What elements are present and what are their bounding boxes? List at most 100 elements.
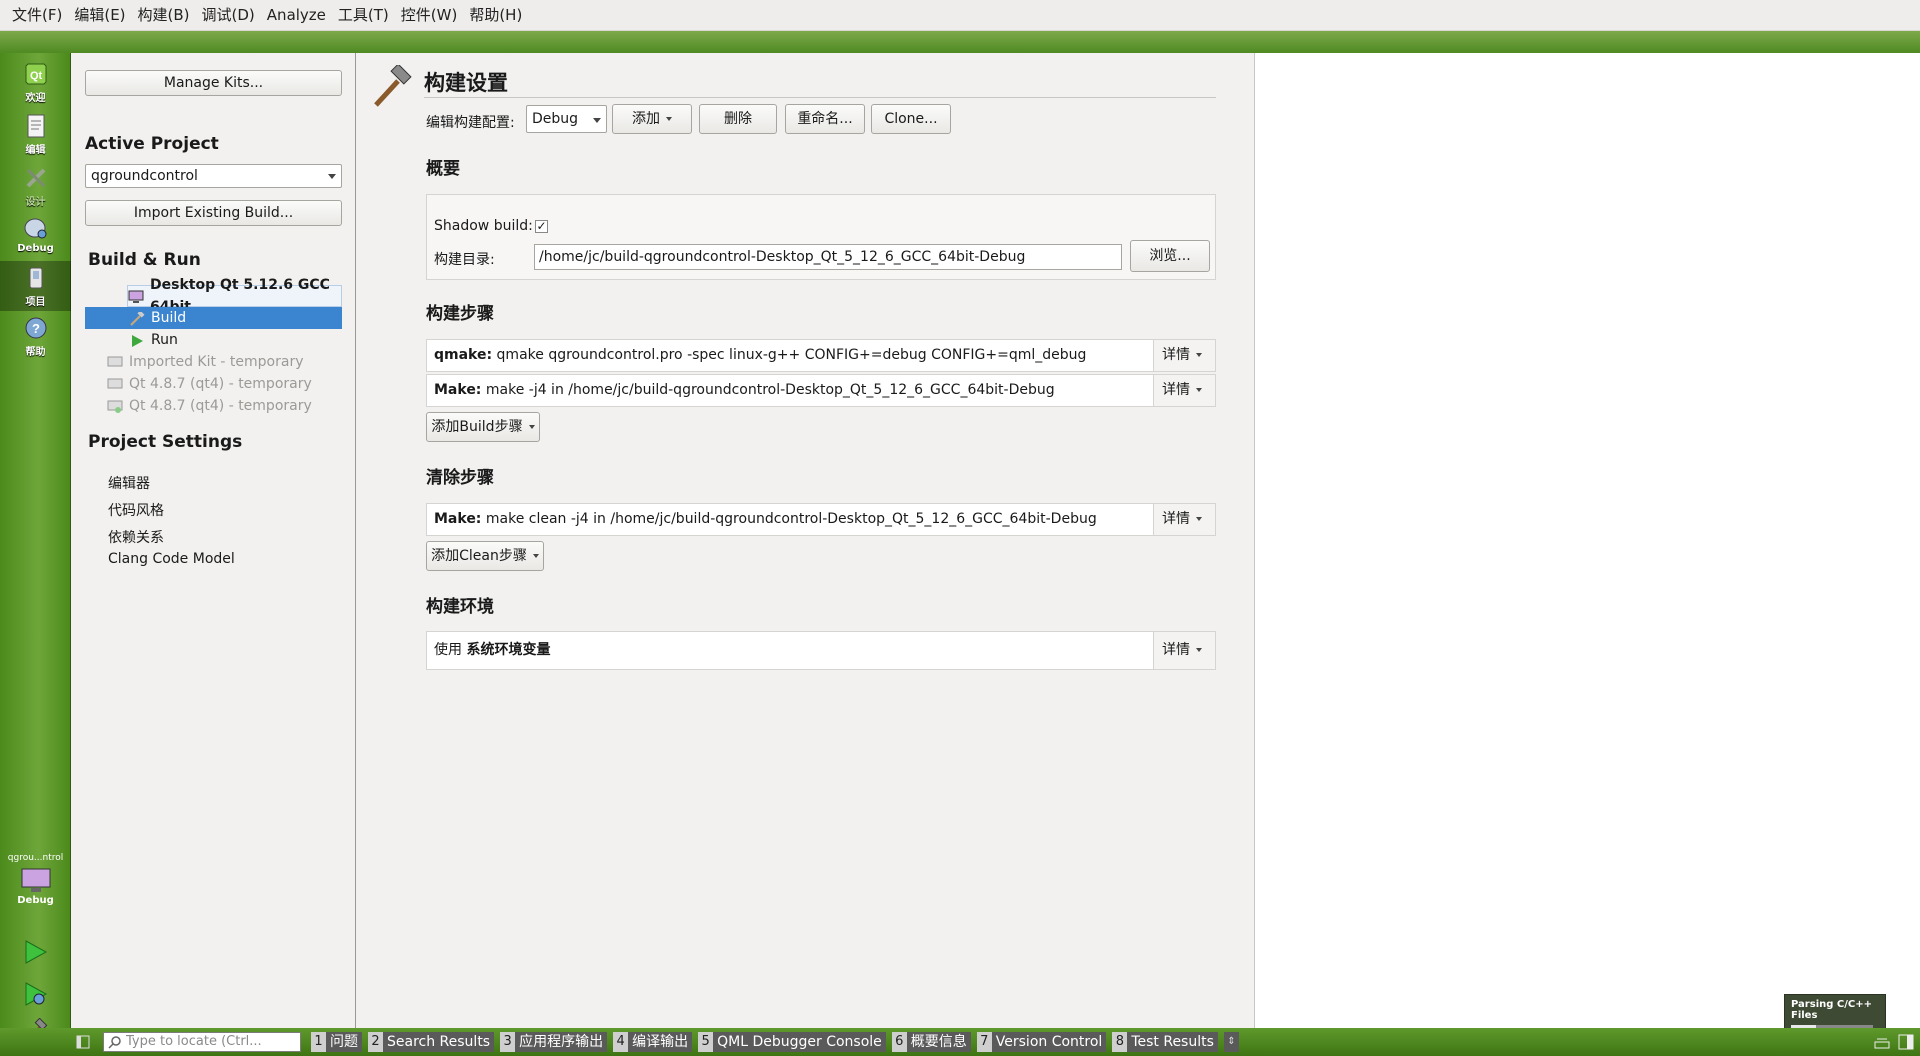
menu-help[interactable]: 帮助(H) bbox=[463, 0, 528, 31]
menu-analyze[interactable]: Analyze bbox=[261, 0, 332, 31]
details-label: 详情 bbox=[1162, 382, 1190, 398]
build-settings-page: 构建设置 编辑构建配置: Debug 添加 删除 重命名... Clone...… bbox=[356, 53, 1255, 1028]
tree-item-imported-kit[interactable]: Imported Kit - temporary bbox=[107, 351, 363, 373]
build-step-make: Make: make -j4 in /home/jc/build-qground… bbox=[426, 374, 1216, 407]
pane-search-results[interactable]: 2 Search Results bbox=[368, 1031, 495, 1053]
settings-clang-code-model[interactable]: Clang Code Model bbox=[108, 551, 235, 567]
project-settings-title: Project Settings bbox=[88, 432, 243, 452]
output-pane-toggle[interactable] bbox=[1898, 1034, 1914, 1054]
pane-issues[interactable]: 1 问题 bbox=[311, 1031, 362, 1053]
menu-bar: 文件(F) 编辑(E) 构建(B) 调试(D) Analyze 工具(T) 控件… bbox=[0, 0, 1920, 31]
add-build-step-label: 添加Build步骤 bbox=[431, 419, 523, 435]
kit-label: Imported Kit - temporary bbox=[129, 354, 304, 370]
pane-label: 应用程序输出 bbox=[515, 1032, 608, 1052]
mode-welcome[interactable]: Qt 欢迎 bbox=[0, 57, 71, 107]
pane-number: 8 bbox=[1112, 1032, 1128, 1052]
step-tool: Make: bbox=[434, 511, 482, 527]
details-label: 详情 bbox=[1162, 347, 1190, 363]
build-config-combo[interactable]: Debug bbox=[526, 105, 607, 133]
mode-projects[interactable]: 项目 bbox=[0, 261, 71, 311]
pane-version-control[interactable]: 7 Version Control bbox=[976, 1031, 1107, 1053]
run-label: Run bbox=[151, 332, 178, 348]
step-command: make -j4 in /home/jc/build-qgroundcontro… bbox=[481, 382, 1055, 398]
manage-kits-button[interactable]: Manage Kits... bbox=[85, 70, 342, 96]
svg-text:?: ? bbox=[32, 321, 40, 336]
pane-label: 问题 bbox=[326, 1032, 362, 1052]
pane-number: 5 bbox=[698, 1032, 714, 1052]
run-button[interactable] bbox=[22, 939, 48, 969]
pane-compile-output[interactable]: 4 编译输出 bbox=[613, 1031, 693, 1053]
menu-build[interactable]: 构建(B) bbox=[132, 0, 196, 31]
progress-toggle-button[interactable] bbox=[1874, 1034, 1890, 1054]
general-section-title: 概要 bbox=[426, 159, 460, 179]
tree-item-run[interactable]: Run bbox=[129, 329, 385, 351]
run-play-icon bbox=[25, 940, 48, 964]
menu-debug[interactable]: 调试(D) bbox=[196, 0, 261, 31]
search-icon bbox=[108, 1036, 121, 1049]
debug-run-button[interactable] bbox=[22, 981, 48, 1011]
pane-number: 4 bbox=[613, 1032, 629, 1052]
clean-steps-title: 清除步骤 bbox=[426, 468, 494, 488]
pane-number: 3 bbox=[500, 1032, 516, 1052]
chevron-down-icon bbox=[593, 118, 601, 123]
pane-more-button[interactable]: ⇕ bbox=[1223, 1032, 1239, 1052]
menu-edit[interactable]: 编辑(E) bbox=[68, 0, 131, 31]
mode-help[interactable]: ? 帮助 bbox=[0, 311, 71, 361]
kit-desktop-qt[interactable]: Desktop Qt 5.12.6 GCC 64bit bbox=[127, 277, 342, 315]
build-dir-input[interactable]: /home/jc/build-qgroundcontrol-Desktop_Qt… bbox=[534, 244, 1122, 270]
mode-design[interactable]: 设计 bbox=[0, 161, 71, 211]
add-clean-step-button[interactable]: 添加Clean步骤 bbox=[426, 541, 544, 571]
pane-test-results[interactable]: 8 Test Results bbox=[1112, 1031, 1218, 1053]
tree-item-qt487-b[interactable]: Qt 4.8.7 (qt4) - temporary bbox=[107, 395, 363, 417]
project-navigation-panel: Manage Kits... Active Project qgroundcon… bbox=[71, 53, 356, 1028]
sidebar-toggle-icon bbox=[76, 1035, 90, 1049]
monitor-icon bbox=[128, 289, 144, 303]
target-selector[interactable]: Debug bbox=[0, 867, 71, 913]
clone-config-button[interactable]: Clone... bbox=[871, 104, 951, 134]
chevron-down-icon bbox=[1196, 648, 1202, 652]
kit-label: Qt 4.8.7 (qt4) - temporary bbox=[129, 376, 312, 392]
pane-general-messages[interactable]: 6 概要信息 bbox=[891, 1031, 971, 1053]
build-step-qmake: qmake: qmake qgroundcontrol.pro -spec li… bbox=[426, 339, 1216, 372]
details-button[interactable]: 详情 bbox=[1153, 375, 1215, 406]
details-label: 详情 bbox=[1162, 642, 1190, 658]
details-button[interactable]: 详情 bbox=[1153, 504, 1215, 535]
menu-file[interactable]: 文件(F) bbox=[6, 0, 68, 31]
menu-widgets[interactable]: 控件(W) bbox=[395, 0, 464, 31]
active-project-value: qgroundcontrol bbox=[91, 168, 198, 184]
menu-tools[interactable]: 工具(T) bbox=[332, 0, 395, 31]
add-config-button[interactable]: 添加 bbox=[612, 104, 692, 134]
env-value: 系统环境变量 bbox=[466, 642, 551, 658]
mode-bar: Qt 欢迎 编辑 设计 Debug 项目 ? 帮助 qgrou...ntrol bbox=[0, 53, 71, 1042]
active-project-combo[interactable]: qgroundcontrol bbox=[85, 164, 342, 188]
details-button[interactable]: 详情 bbox=[1153, 340, 1215, 371]
add-config-label: 添加 bbox=[632, 111, 660, 127]
pane-app-output[interactable]: 3 应用程序输出 bbox=[500, 1031, 608, 1053]
tree-item-build[interactable]: Build bbox=[85, 307, 342, 329]
mode-debug[interactable]: Debug bbox=[0, 211, 71, 261]
chevron-down-icon bbox=[528, 425, 535, 429]
settings-dependencies[interactable]: 依赖关系 bbox=[108, 527, 164, 547]
sidebar-toggle[interactable] bbox=[0, 1028, 90, 1056]
settings-code-style[interactable]: 代码风格 bbox=[108, 500, 164, 520]
rename-config-button[interactable]: 重命名... bbox=[785, 104, 865, 134]
delete-config-button[interactable]: 删除 bbox=[699, 104, 777, 134]
import-build-button[interactable]: Import Existing Build... bbox=[85, 200, 342, 226]
tree-item-qt487-a[interactable]: Qt 4.8.7 (qt4) - temporary bbox=[107, 373, 363, 395]
pane-qml-debugger[interactable]: 5 QML Debugger Console bbox=[698, 1031, 886, 1053]
shadow-build-checkbox[interactable]: ✓ bbox=[535, 220, 548, 233]
mode-edit[interactable]: 编辑 bbox=[0, 109, 71, 159]
pane-toggle-icon bbox=[1898, 1034, 1914, 1050]
browse-button[interactable]: 浏览... bbox=[1130, 240, 1210, 272]
add-build-step-button[interactable]: 添加Build步骤 bbox=[426, 412, 540, 442]
debug-play-icon bbox=[25, 982, 48, 1006]
details-button[interactable]: 详情 bbox=[1153, 632, 1215, 669]
hammer-icon bbox=[129, 310, 145, 326]
locate-input[interactable]: Type to locate (Ctrl... bbox=[103, 1032, 301, 1052]
status-bar: Type to locate (Ctrl... 1 问题 2 Search Resu… bbox=[0, 1028, 1920, 1056]
pane-label: Test Results bbox=[1127, 1032, 1218, 1052]
settings-editor[interactable]: 编辑器 bbox=[108, 473, 150, 493]
env-prefix: 使用 bbox=[434, 642, 467, 658]
kit-disabled-icon bbox=[107, 377, 123, 391]
svg-text:Qt: Qt bbox=[30, 70, 43, 82]
